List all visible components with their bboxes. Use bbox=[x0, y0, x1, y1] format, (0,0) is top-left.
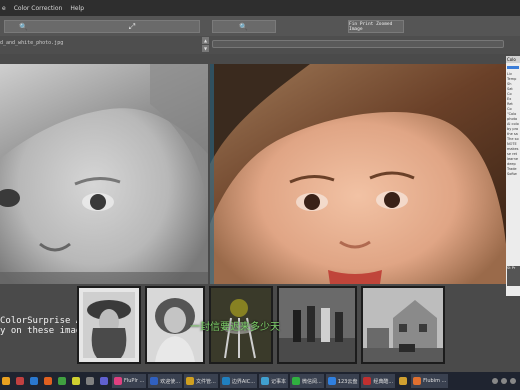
start-process-button[interactable]: St Pr bbox=[507, 266, 520, 286]
print-zoomed-image-button[interactable]: Fin Print Zoomed Image bbox=[348, 20, 404, 33]
app-icon bbox=[114, 377, 122, 385]
menu-file[interactable]: e bbox=[2, 5, 6, 12]
processed-color-photo bbox=[210, 64, 506, 284]
file-progress-track bbox=[212, 40, 504, 48]
taskbar-item[interactable] bbox=[0, 374, 12, 388]
app-icon bbox=[186, 377, 195, 385]
taskbar-item-label: Flubim ... bbox=[423, 378, 447, 384]
taskbar-item[interactable] bbox=[84, 374, 96, 388]
taskbar-item-label: 文件管... bbox=[196, 378, 216, 385]
app-icon bbox=[2, 377, 10, 385]
processed-view-header: Processed Color Image View bbox=[210, 56, 506, 73]
taskbar-item[interactable] bbox=[28, 374, 40, 388]
taskbar-item[interactable] bbox=[42, 374, 54, 388]
menu-color-correction[interactable]: Color Correction bbox=[14, 5, 63, 12]
original-image-pane[interactable] bbox=[0, 64, 208, 284]
taskbar-item[interactable]: 记事本 bbox=[258, 374, 288, 388]
expand-icon: ⤢ bbox=[128, 21, 136, 31]
taskbar-item[interactable]: 文件管... bbox=[184, 374, 218, 388]
taskbar-item-label: 经典酷... bbox=[373, 378, 394, 385]
sample-thumbnail[interactable] bbox=[77, 286, 141, 364]
taskbar-item[interactable]: 123云盘 bbox=[325, 374, 360, 388]
app-icon bbox=[327, 377, 336, 385]
app-icon bbox=[363, 377, 372, 385]
app-icon bbox=[86, 377, 94, 385]
scroll-down-icon[interactable]: ▼ bbox=[202, 45, 209, 52]
taskbar-item[interactable]: 经典酷... bbox=[361, 374, 396, 388]
scroll-up-icon[interactable]: ▲ bbox=[202, 37, 209, 44]
color-settings-panel: Colo Liv Temp Sh Sat Co Ex Ret Co "Colo … bbox=[506, 56, 520, 296]
taskbar-item[interactable] bbox=[56, 374, 68, 388]
app-icon bbox=[292, 377, 300, 385]
taskbar-item[interactable] bbox=[397, 374, 409, 388]
taskbar-item[interactable]: 欢迎使... bbox=[148, 374, 183, 388]
zoom-out-icon: 🔍 bbox=[239, 22, 248, 31]
sample-photo-group bbox=[279, 288, 355, 362]
app-icon bbox=[58, 377, 66, 385]
file-scroll[interactable]: ▲ ▼ bbox=[202, 37, 210, 53]
sample-strip: ColorSurprise AI? y on these images 一封信要… bbox=[0, 284, 506, 368]
panel-text: Softw bbox=[507, 172, 517, 176]
menu-help[interactable]: Help bbox=[70, 5, 84, 12]
app-icon bbox=[16, 377, 24, 385]
taskbar: FluPlr ... 欢迎使... 文件管... 边界AIC... 记事本 微信阅... 1… bbox=[0, 372, 520, 390]
app-icon bbox=[399, 377, 408, 385]
sample-photo-house bbox=[363, 288, 443, 362]
taskbar-item-label: 微信阅... bbox=[302, 378, 322, 385]
original-view-header: e bbox=[0, 56, 208, 73]
tray-icon[interactable] bbox=[492, 378, 498, 384]
taskbar-item[interactable]: 边界AIC... bbox=[219, 374, 257, 388]
fit-button[interactable]: ⤢ bbox=[120, 20, 144, 33]
app-icon bbox=[100, 377, 108, 385]
sample-thumbnail[interactable] bbox=[361, 286, 445, 364]
taskbar-item[interactable] bbox=[98, 374, 110, 388]
app-icon bbox=[221, 377, 230, 385]
menu-bar: e Color Correction Help bbox=[0, 0, 520, 16]
app-icon bbox=[30, 377, 38, 385]
taskbar-item-label: 123云盘 bbox=[337, 378, 358, 385]
sample-thumbnail[interactable] bbox=[277, 286, 357, 364]
app-icon bbox=[150, 377, 159, 385]
zoom-in-icon: 🔍 bbox=[19, 22, 28, 31]
taskbar-item-label: 边界AIC... bbox=[231, 378, 255, 385]
file-name: d_and_white_photo.jpg bbox=[0, 40, 64, 46]
zoom-out-button[interactable]: 🔍 bbox=[212, 20, 276, 33]
app-window: e Color Correction Help 🔍 ⤢ 🔍 Fin Print … bbox=[0, 0, 520, 390]
taskbar-item[interactable]: FluPlr ... bbox=[112, 374, 147, 388]
toolbar: 🔍 ⤢ 🔍 Fin Print Zoomed Image bbox=[0, 16, 520, 36]
taskbar-item[interactable]: 微信阅... bbox=[290, 374, 324, 388]
app-icon bbox=[72, 377, 80, 385]
sample-photo-girl-hat bbox=[79, 288, 139, 362]
tray-icon[interactable] bbox=[510, 378, 516, 384]
overlay-caption: 一封信要迟来多少天 bbox=[190, 322, 280, 333]
taskbar-item-label: 记事本 bbox=[270, 378, 286, 385]
file-row: d_and_white_photo.jpg ▲ ▼ bbox=[0, 36, 520, 54]
taskbar-item-label: FluPlr ... bbox=[124, 378, 145, 384]
processed-image-pane[interactable] bbox=[210, 64, 506, 284]
tray-icon[interactable] bbox=[501, 378, 507, 384]
taskbar-item-label: 欢迎使... bbox=[160, 378, 181, 385]
panel-heading: Colo bbox=[506, 56, 520, 63]
original-bw-photo bbox=[0, 64, 208, 284]
system-tray[interactable] bbox=[492, 378, 520, 384]
taskbar-item[interactable] bbox=[70, 374, 82, 388]
app-icon bbox=[260, 377, 269, 385]
taskbar-item[interactable] bbox=[14, 374, 26, 388]
zoom-in-button[interactable]: 🔍 bbox=[4, 20, 200, 33]
app-icon bbox=[413, 377, 422, 385]
settings-slider[interactable] bbox=[507, 66, 519, 69]
app-icon bbox=[44, 377, 52, 385]
taskbar-item[interactable]: Flubim ... bbox=[411, 374, 449, 388]
